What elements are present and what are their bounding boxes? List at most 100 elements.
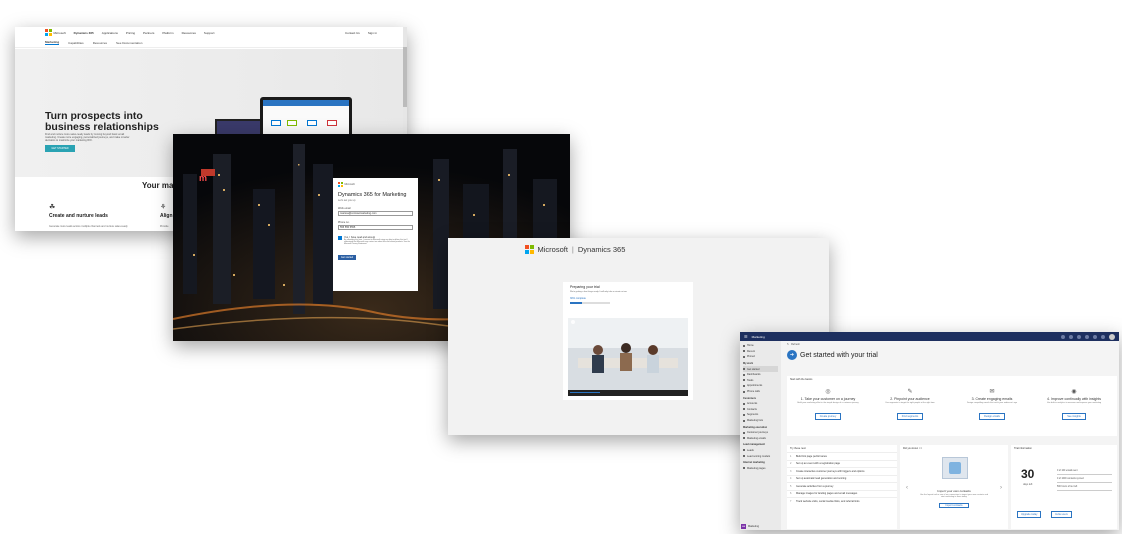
nav-icon	[743, 431, 745, 434]
area-switcher[interactable]: MA Marketing	[741, 524, 759, 529]
microsoft-logo-icon	[45, 29, 52, 36]
microsoft-logo-icon	[525, 245, 534, 254]
nav-icon	[743, 408, 745, 411]
next-step-row[interactable]: 2 Set up an event with a registration pag…	[787, 459, 897, 468]
step-button[interactable]: Create journey	[814, 413, 842, 421]
next-step-row[interactable]: 7 Track website visits, social media clic…	[787, 497, 897, 505]
refresh-icon[interactable]: ↻	[787, 343, 789, 346]
step-button[interactable]: Design emails	[979, 413, 1005, 421]
next-step-number: 2	[790, 462, 792, 466]
subnav-marketing[interactable]: Marketing	[45, 40, 60, 45]
app-launcher-icon[interactable]: ☰	[744, 334, 748, 339]
step-icon: ✎	[907, 389, 913, 395]
sidebar-item-label: My work	[743, 362, 754, 366]
contact-us-link[interactable]: Contact Us	[345, 31, 360, 35]
step-button[interactable]: Find segments	[896, 413, 924, 421]
filter-icon[interactable]	[1085, 334, 1089, 339]
next-step-row[interactable]: 1 Build link page performance	[787, 452, 897, 460]
preparing-title: Preparing your trial	[570, 285, 600, 289]
next-step-row[interactable]: 5 Generate activities from a journey	[787, 482, 897, 490]
sidebar-item-label: Customer journeys	[747, 431, 768, 435]
invite-users-button[interactable]: Invite users	[1051, 511, 1072, 518]
nav-resources[interactable]: Resources	[182, 31, 196, 35]
svg-text:m: m	[199, 173, 207, 183]
intro-video[interactable]	[568, 318, 688, 396]
search-icon[interactable]	[1061, 334, 1065, 339]
form-brand-text: Microsoft	[344, 182, 355, 186]
plus-icon[interactable]	[1077, 334, 1081, 339]
help-icon[interactable]	[1101, 334, 1105, 339]
nav-icon	[743, 355, 745, 358]
site-sub-nav: Marketing Capabilities Resources See Doc…	[15, 38, 407, 48]
sidebar-item[interactable]: Phone calls	[743, 389, 778, 395]
nav-partners[interactable]: Partners	[143, 31, 154, 35]
next-step-row[interactable]: 4 Set up automatic lead generation and sc…	[787, 474, 897, 483]
get-started-button[interactable]: GET STARTED	[45, 145, 75, 152]
nav-applications[interactable]: Applications	[102, 31, 118, 35]
sidebar-item[interactable]: Marketing emails	[743, 436, 778, 442]
app-name[interactable]: Marketing	[752, 335, 765, 339]
nav-icon	[743, 437, 745, 440]
sitemap-sidebar: Home Recent Pinned My work Get started Dashbo…	[740, 341, 781, 530]
gear-icon[interactable]	[1093, 334, 1097, 339]
brand-text: Microsoft	[53, 30, 66, 35]
email-label: Work email	[338, 206, 351, 210]
sidebar-item-label: Lead scoring models	[747, 454, 771, 458]
next-step-label: Set up automatic lead generation and sco…	[796, 477, 847, 481]
next-step-row[interactable]: 3 Create interactive customer journeys wi…	[787, 467, 897, 475]
next-step-number: 5	[790, 484, 792, 488]
sidebar-item-label: Marketing execution	[743, 425, 768, 429]
phone-field[interactable]: 555 555 5555	[338, 224, 413, 230]
sidebar-item-label: Leads	[747, 448, 754, 452]
subnav-capabilities[interactable]: Capabilities	[68, 41, 84, 45]
next-step-label: Build link page performance	[796, 454, 827, 458]
consent-checkbox[interactable]	[338, 235, 342, 240]
subnav-resources[interactable]: Resources	[93, 41, 107, 45]
sidebar-item[interactable]: Marketing pages	[743, 465, 778, 471]
refresh-button[interactable]: Refresh	[791, 343, 800, 346]
step-button[interactable]: See insights	[1062, 413, 1086, 421]
avatar[interactable]	[1109, 333, 1115, 340]
import-desc: Use the Import tool or one of our connec…	[919, 494, 989, 499]
product-name[interactable]: Dynamics 365	[74, 31, 94, 35]
consent-checkbox-row[interactable]: Yes, I have read and accept By submittin…	[338, 235, 413, 246]
submit-button[interactable]: Get started	[338, 255, 356, 261]
lightbulb-icon[interactable]	[1069, 334, 1073, 339]
nav-icon	[743, 467, 745, 470]
import-contacts-button[interactable]: Import contacts	[939, 502, 969, 508]
upgrade-button[interactable]: Upgrade today	[1017, 511, 1042, 518]
chevron-left-icon[interactable]: ‹	[906, 485, 908, 491]
sidebar-item[interactable]: Pinned	[743, 354, 778, 360]
nav-icon	[743, 390, 745, 393]
signup-form: Microsoft Dynamics 365 for Marketing Let…	[333, 178, 418, 291]
microsoft-logo[interactable]: Microsoft	[45, 29, 66, 36]
page-header: ➜ Get started with your trial	[783, 350, 1119, 360]
next-step-row[interactable]: 6 Manage images for landing pages and ema…	[787, 489, 897, 498]
step-title: 4. Improve continually with insights	[1046, 397, 1102, 401]
sidebar-item-label: Phone calls	[747, 390, 760, 394]
basics-panel: Start with the basics ◎ 1. Take your cust…	[787, 376, 1117, 436]
nav-icon	[743, 384, 745, 387]
email-field[interactable]: marissa@contosomarketing.com	[338, 210, 413, 216]
sidebar-item[interactable]: Lead scoring models	[743, 453, 778, 459]
next-steps-list: 1 Build link page performance 2 Set up an e…	[787, 452, 897, 505]
nav-icon	[743, 419, 745, 422]
next-steps-title: Try these next	[790, 447, 806, 450]
subnav-documentation[interactable]: See Documentation	[116, 41, 142, 45]
phone-label: Phone no.	[338, 220, 350, 224]
sign-in-link[interactable]: Sign in	[368, 31, 377, 35]
progress-bar	[570, 302, 610, 304]
page-title: Get started with your trial	[800, 351, 878, 359]
dynamics-brand-header: Microsoft | Dynamics 365	[525, 245, 625, 254]
sidebar-item[interactable]: Marketing lists	[743, 418, 778, 424]
next-step-number: 1	[790, 454, 792, 458]
nav-pricing[interactable]: Pricing	[126, 31, 135, 35]
sidebar-item-label: Marketing pages	[747, 466, 766, 470]
chevron-right-icon[interactable]: ›	[1000, 485, 1002, 491]
nav-icon	[743, 368, 745, 371]
basics-label: Start with the basics	[790, 378, 813, 381]
trial-info-card: Trial information 30 days left 0 of 100 …	[1011, 445, 1117, 529]
nav-platform[interactable]: Platform	[162, 31, 173, 35]
basics-step: ✉ 3. Create engaging emails Design compell…	[951, 384, 1033, 434]
nav-support[interactable]: Support	[204, 31, 215, 35]
